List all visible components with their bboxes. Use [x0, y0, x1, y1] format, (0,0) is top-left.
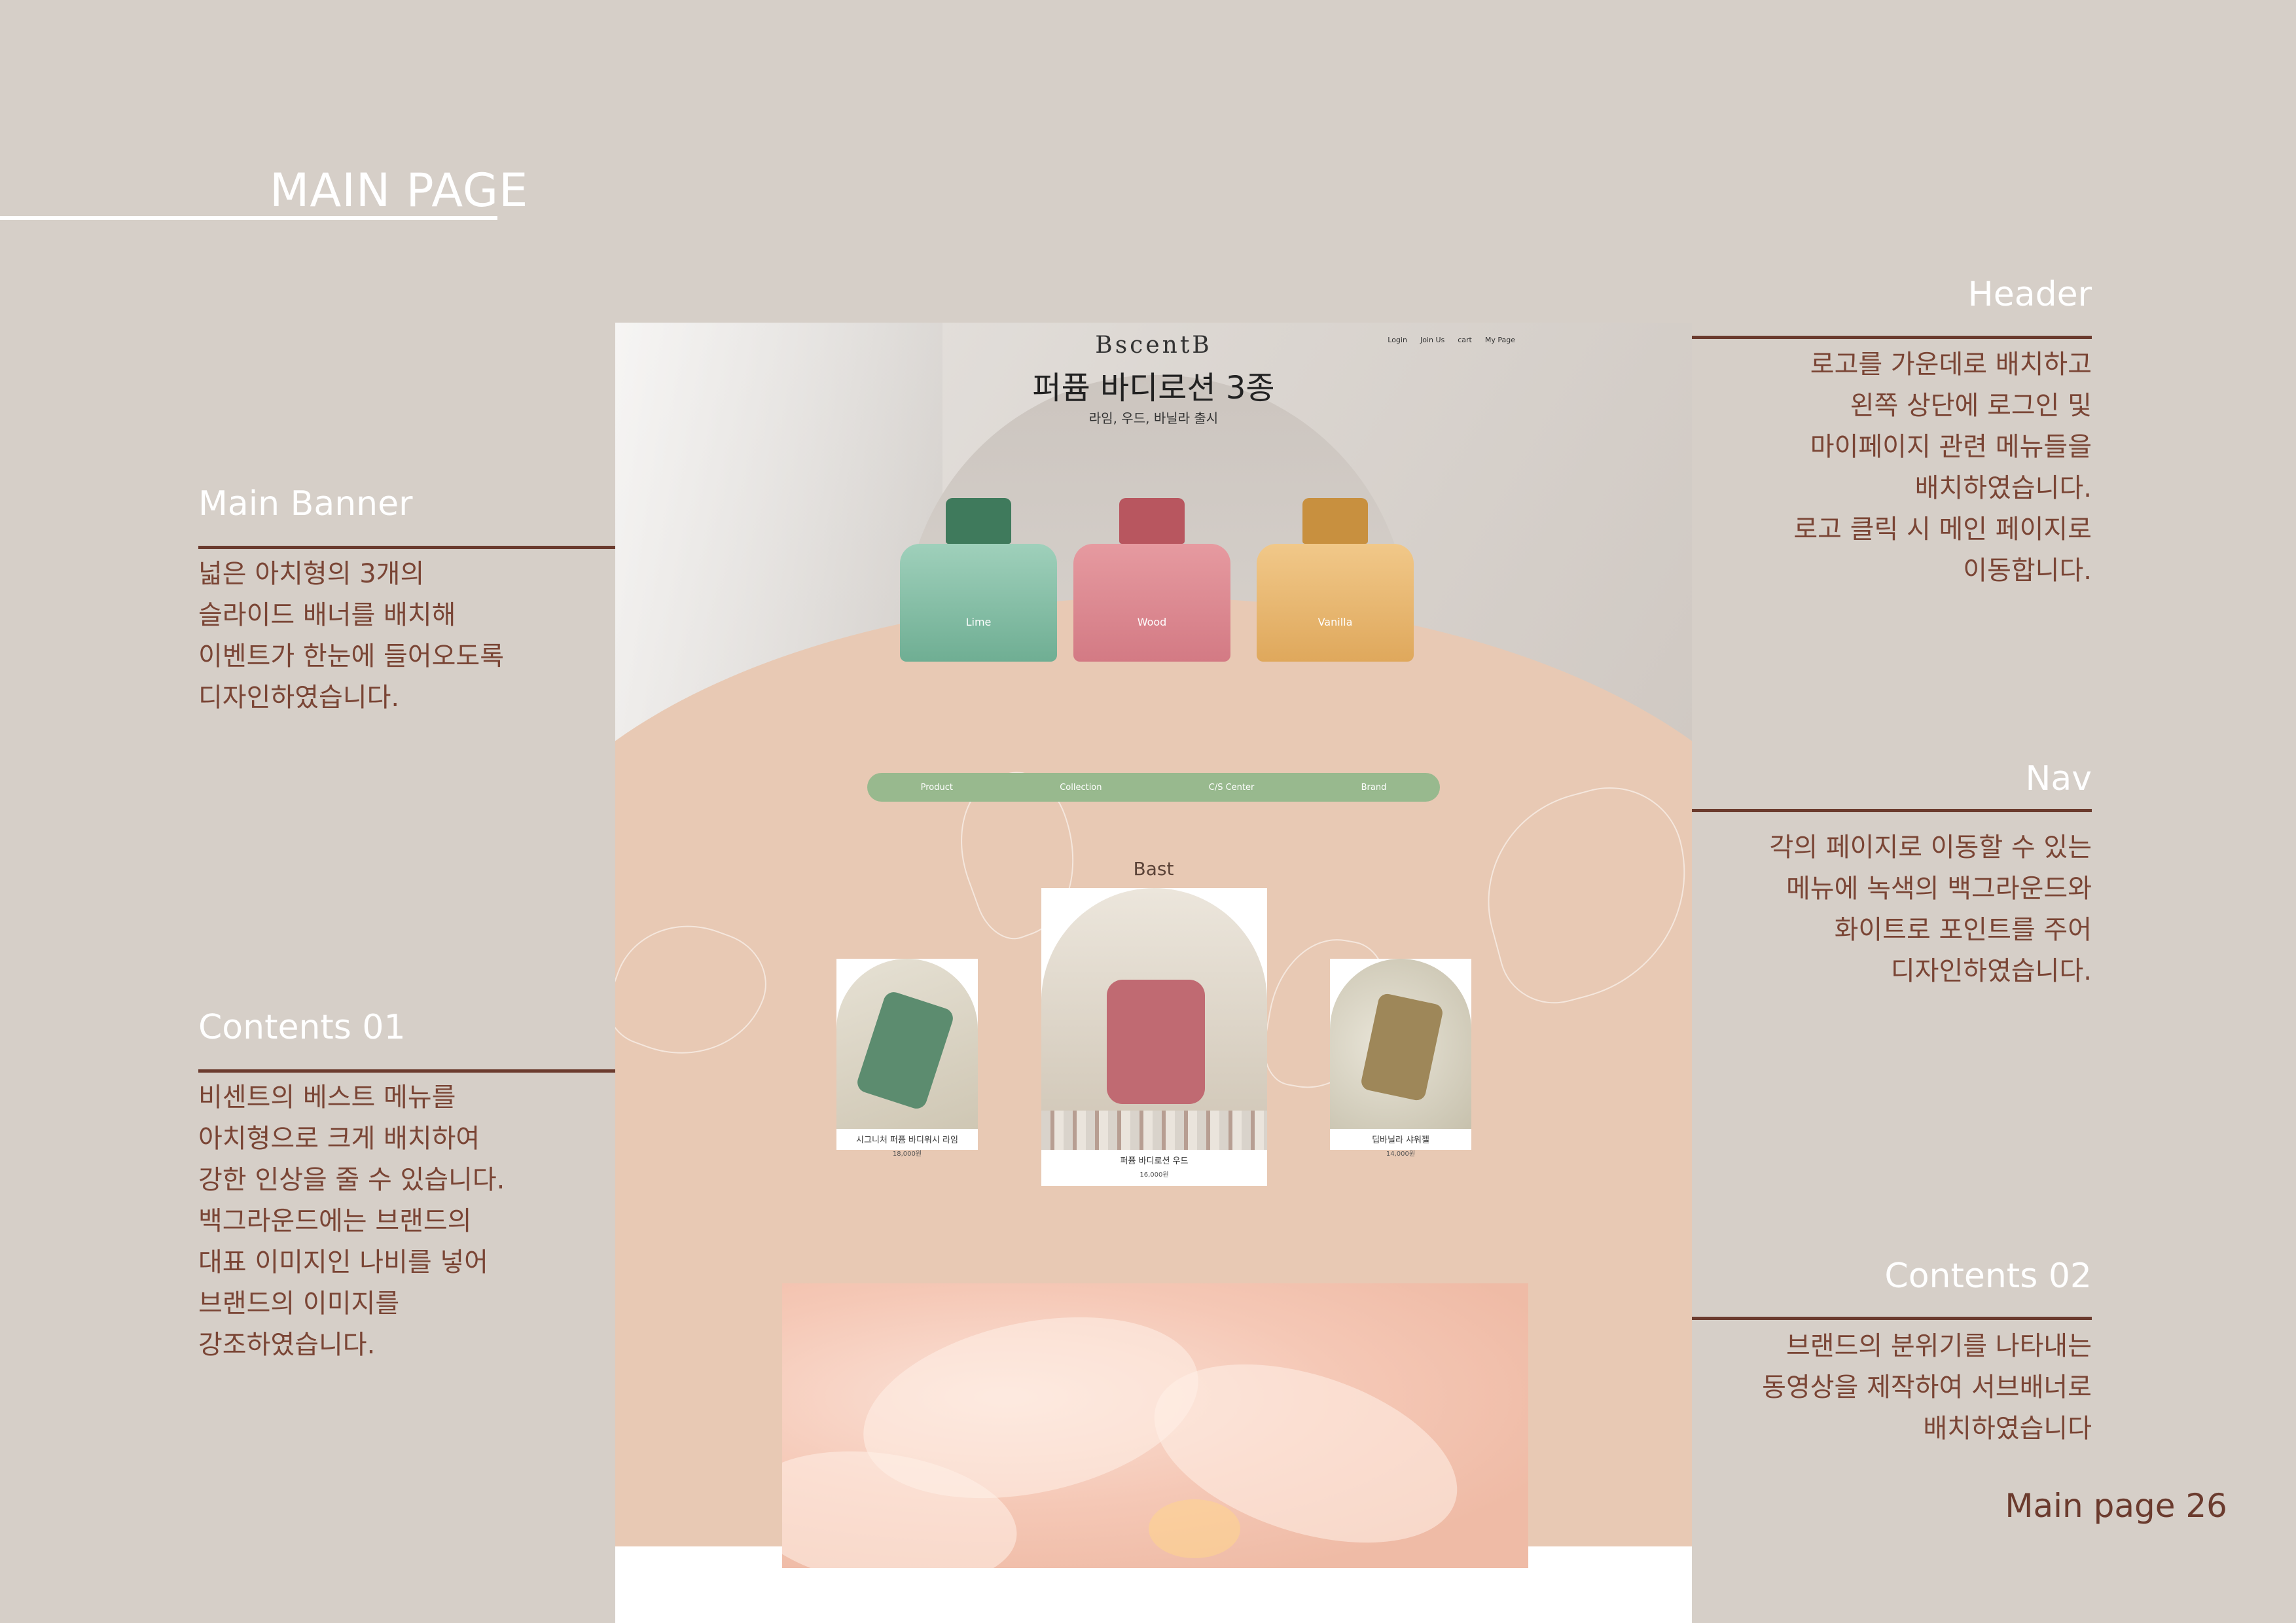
product-image	[1330, 959, 1471, 1129]
product-image	[1041, 888, 1267, 1150]
bottle-label: Lime	[965, 616, 992, 628]
annotation-contents01-text: 비센트의 베스트 메뉴를 아치형으로 크게 배치하여 강한 인상을 줄 수 있습…	[198, 1082, 505, 1360]
bottle-wood: Wood	[1073, 498, 1230, 662]
product-price: 18,000원	[892, 1150, 922, 1158]
product-card[interactable]: 퍼퓸 바디로션 우드 16,000원	[1041, 888, 1267, 1186]
login-link[interactable]: Login	[1388, 336, 1407, 344]
mypage-link[interactable]: My Page	[1485, 336, 1515, 344]
bottle-body: Wood	[1073, 544, 1230, 662]
product-price: 16,000원	[1139, 1171, 1169, 1179]
bottle-cap	[1302, 498, 1368, 544]
product-name: 시그니처 퍼퓸 바디워시 라임	[856, 1135, 958, 1145]
banner-subtitle: 라임, 우드, 바닐라 출시	[1088, 410, 1219, 426]
product-card[interactable]: 딥바닐라 샤워젤 14,000원	[1330, 959, 1471, 1158]
bottle-body: Lime	[900, 544, 1057, 662]
bottle-body: Vanilla	[1257, 544, 1414, 662]
annotation-header-title: Header	[1967, 275, 2092, 314]
nav-product[interactable]: Product	[921, 783, 953, 793]
header-links: Login Join Us cart My Page	[1388, 336, 1515, 344]
annotation-contents02-text: 브랜드의 분위기를 나타내는 동영상을 제작하여 서브배너로 배치하였습니다	[1762, 1331, 2092, 1444]
bottle-lime: Lime	[900, 498, 1057, 662]
best-section-title: Bast	[1133, 858, 1174, 880]
sub-banner-video[interactable]	[782, 1283, 1528, 1568]
cart-link[interactable]: cart	[1458, 336, 1472, 344]
bottle-cap	[1119, 498, 1185, 544]
product-card[interactable]: 시그니처 퍼퓸 바디워시 라임 18,000원	[836, 959, 978, 1158]
website-mockup: BscentB Login Join Us cart My Page 퍼퓸 바디…	[615, 323, 1692, 1623]
page-title: MAIN PAGE	[270, 164, 529, 217]
product-image	[836, 959, 978, 1129]
bottle-vanilla: Vanilla	[1257, 498, 1414, 662]
page-number: Main page 26	[2005, 1487, 2227, 1525]
product-bottle	[1107, 980, 1205, 1104]
annotation-contents01-title: Contents 01	[198, 1008, 406, 1047]
annotation-contents02-title: Contents 02	[1884, 1257, 2092, 1296]
annotation-header-text: 로고를 가운데로 배치하고 왼쪽 상단에 로그인 및 마이페이지 관련 메뉴들을…	[1793, 349, 2092, 586]
bottle-label: Wood	[1137, 616, 1167, 628]
annotation-nav-text: 각의 페이지로 이동할 수 있는 메뉴에 녹색의 백그라운드와 화이트로 포인트…	[1769, 832, 2092, 986]
product-name: 퍼퓸 바디로션 우드	[1120, 1156, 1189, 1166]
cream-highlight	[1149, 1499, 1240, 1558]
annotation-main-banner-title: Main Banner	[198, 484, 413, 524]
annotation-main-banner-text: 넓은 아치형의 3개의 슬라이드 배너를 배치해 이벤트가 한눈에 들어오도록 …	[198, 559, 505, 713]
product-stand	[1041, 1111, 1267, 1150]
title-underline	[0, 216, 497, 220]
annotation-main-banner-line	[198, 546, 630, 549]
nav-collection[interactable]: Collection	[1060, 783, 1102, 793]
banner-title: 퍼퓸 바디로션 3종	[1032, 370, 1275, 406]
product-bottle	[1359, 992, 1444, 1102]
product-price: 14,000원	[1386, 1150, 1416, 1158]
bottle-cap	[946, 498, 1011, 544]
nav-cs-center[interactable]: C/S Center	[1209, 783, 1255, 793]
nav-brand[interactable]: Brand	[1361, 783, 1387, 793]
product-name: 딥바닐라 샤워젤	[1372, 1135, 1429, 1145]
main-nav: Product Collection C/S Center Brand	[867, 773, 1440, 802]
logo[interactable]: BscentB	[615, 332, 1692, 359]
annotation-nav-title: Nav	[2025, 759, 2092, 798]
bottle-label: Vanilla	[1318, 616, 1353, 628]
join-link[interactable]: Join Us	[1420, 336, 1444, 344]
product-bottle	[854, 989, 956, 1112]
